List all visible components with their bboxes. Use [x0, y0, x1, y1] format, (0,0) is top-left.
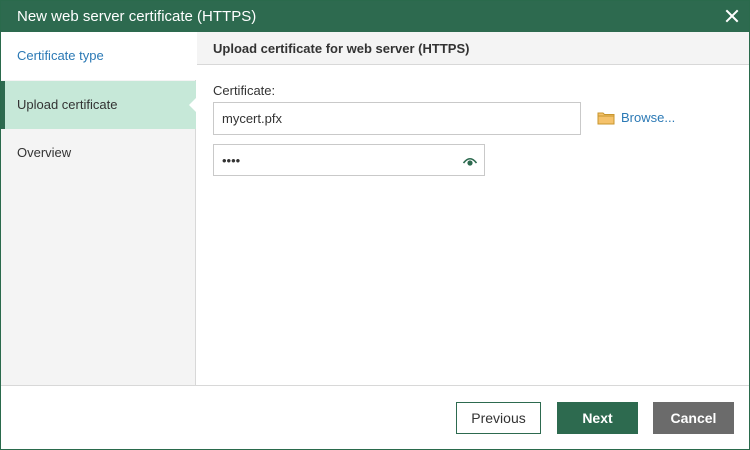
step-upload-certificate[interactable]: Upload certificate	[1, 81, 197, 129]
step-certificate-type[interactable]: Certificate type	[1, 32, 196, 80]
active-step-indicator	[1, 81, 5, 129]
step-label: Upload certificate	[17, 97, 118, 112]
step-label: Overview	[17, 145, 72, 160]
section-header: Upload certificate for web server (HTTPS…	[197, 32, 749, 65]
section-title: Upload certificate for web server (HTTPS…	[213, 41, 470, 56]
certificate-file-input[interactable]	[213, 102, 581, 135]
dialog-title: New web server certificate (HTTPS)	[17, 8, 257, 25]
step-label: Certificate type	[17, 48, 104, 63]
eye-icon[interactable]	[462, 153, 478, 169]
step-overview[interactable]: Overview	[1, 129, 196, 177]
close-icon[interactable]	[723, 7, 741, 25]
certificate-label: Certificate:	[213, 83, 276, 98]
main-content: Upload certificate for web server (HTTPS…	[197, 32, 749, 385]
title-bar: New web server certificate (HTTPS)	[1, 1, 749, 32]
password-input[interactable]	[214, 145, 454, 175]
next-button[interactable]: Next	[557, 402, 638, 434]
cancel-button[interactable]: Cancel	[653, 402, 734, 434]
active-step-pointer	[189, 97, 197, 113]
browse-label: Browse...	[621, 110, 676, 125]
wizard-steps-sidebar: Certificate type Upload certificate Over…	[1, 32, 197, 385]
folder-icon	[597, 112, 615, 125]
dialog-window: New web server certificate (HTTPS) Certi…	[0, 0, 750, 450]
dialog-footer: Previous Next Cancel	[1, 385, 749, 449]
password-field[interactable]	[213, 144, 485, 176]
previous-button[interactable]: Previous	[456, 402, 541, 434]
